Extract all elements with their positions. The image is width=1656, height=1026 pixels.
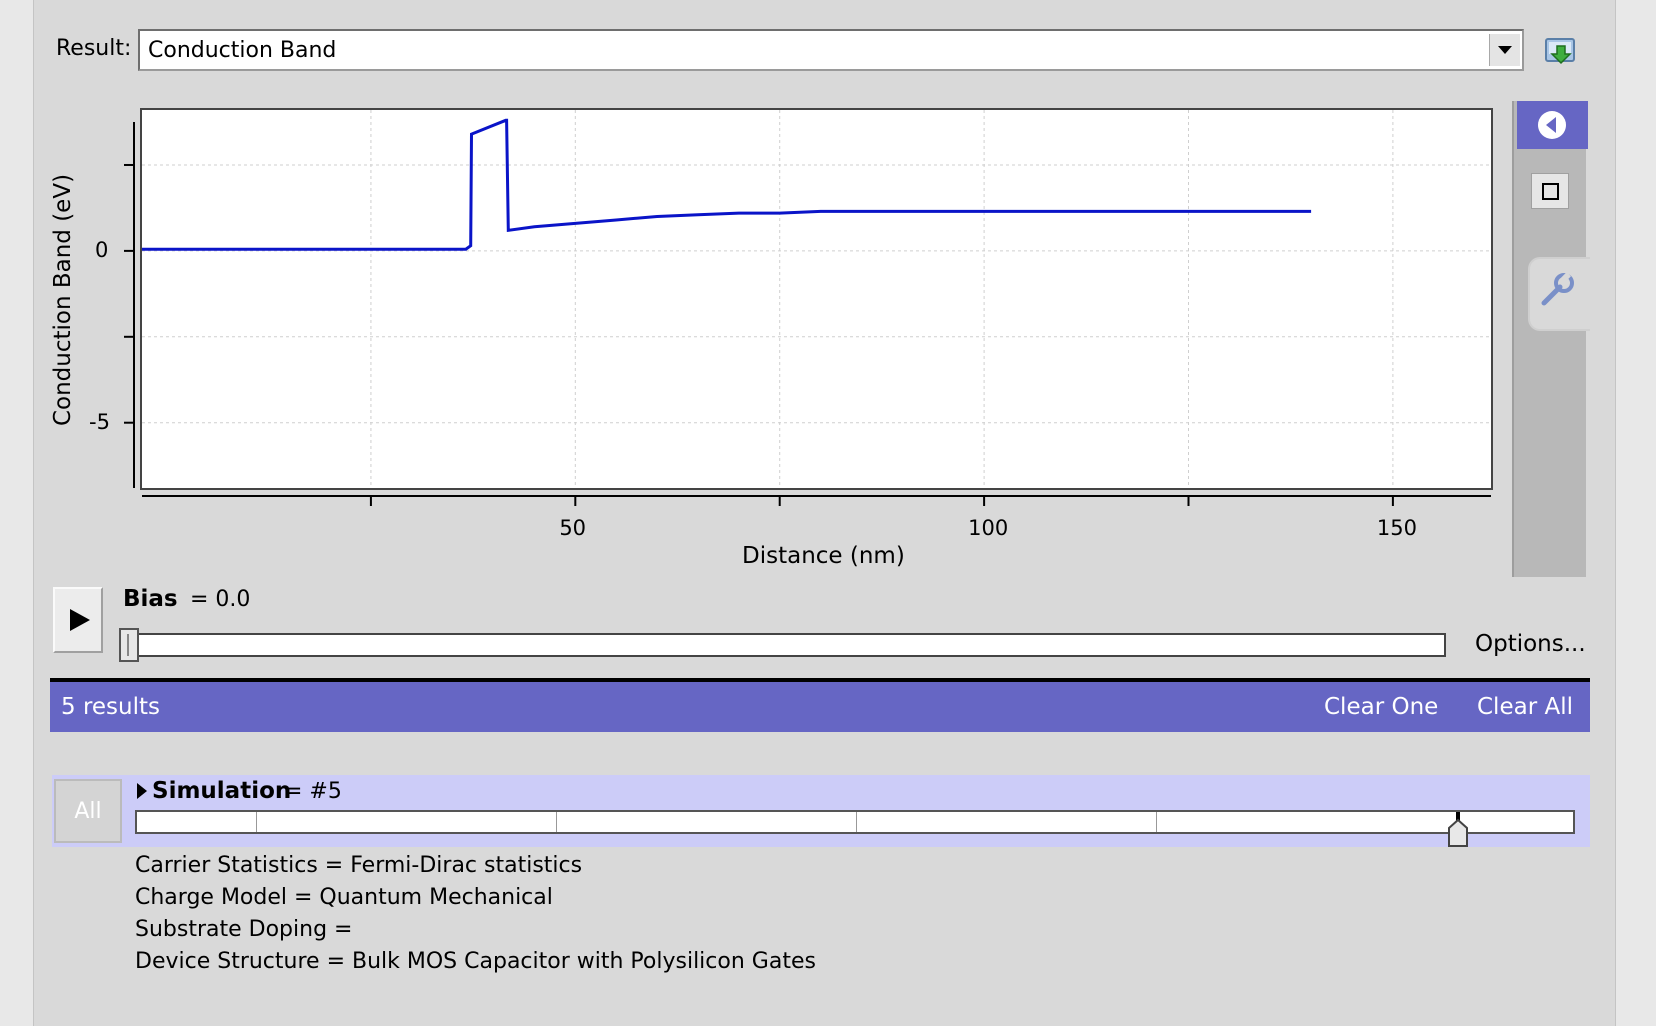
clear-one-button[interactable]: Clear One — [1324, 694, 1438, 720]
wrench-icon[interactable] — [1528, 257, 1590, 331]
simulation-label: Simulation — [152, 778, 292, 804]
left-arrow-icon[interactable] — [1517, 101, 1588, 149]
simulation-tick — [856, 812, 857, 832]
x-axis-title: Distance (nm) — [742, 543, 905, 569]
play-icon — [70, 609, 90, 631]
y-axis-title: Conduction Band (eV) — [50, 173, 76, 427]
expand-triangle-icon[interactable] — [137, 783, 147, 799]
bias-slider[interactable] — [120, 633, 1446, 657]
info-device-structure: Device Structure = Bulk MOS Capacitor wi… — [135, 949, 816, 974]
x-tick-label: 100 — [968, 516, 1009, 540]
x-tick-label: 50 — [559, 516, 587, 540]
y-tick-label: 0 — [95, 237, 109, 262]
results-count: 5 results — [61, 694, 160, 720]
y-tick-label: -5 — [89, 409, 110, 434]
x-tick-label: 150 — [1376, 516, 1417, 540]
simulation-tick — [556, 812, 557, 832]
simulation-slider[interactable] — [135, 810, 1575, 834]
options-button[interactable]: Options... — [1475, 631, 1586, 657]
slider-thumb-icon[interactable] — [1447, 812, 1469, 848]
bias-label: Bias — [123, 586, 178, 612]
info-charge-model: Charge Model = Quantum Mechanical — [135, 885, 553, 910]
info-substrate-doping: Substrate Doping = — [135, 917, 353, 942]
bias-slider-thumb[interactable] — [119, 628, 139, 662]
simulation-tick — [256, 812, 257, 832]
clear-all-button[interactable]: Clear All — [1477, 694, 1573, 720]
bias-value: = 0.0 — [190, 587, 251, 612]
play-button[interactable] — [53, 587, 103, 653]
simulation-value: = #5 — [284, 779, 342, 804]
results-bar: 5 results Clear One Clear All — [50, 678, 1590, 732]
simulation-tick — [1156, 812, 1157, 832]
series-line — [142, 118, 1312, 251]
all-button[interactable]: All — [54, 779, 122, 843]
info-carrier-statistics: Carrier Statistics = Fermi-Dirac statist… — [135, 853, 583, 878]
square-icon[interactable] — [1531, 173, 1569, 209]
